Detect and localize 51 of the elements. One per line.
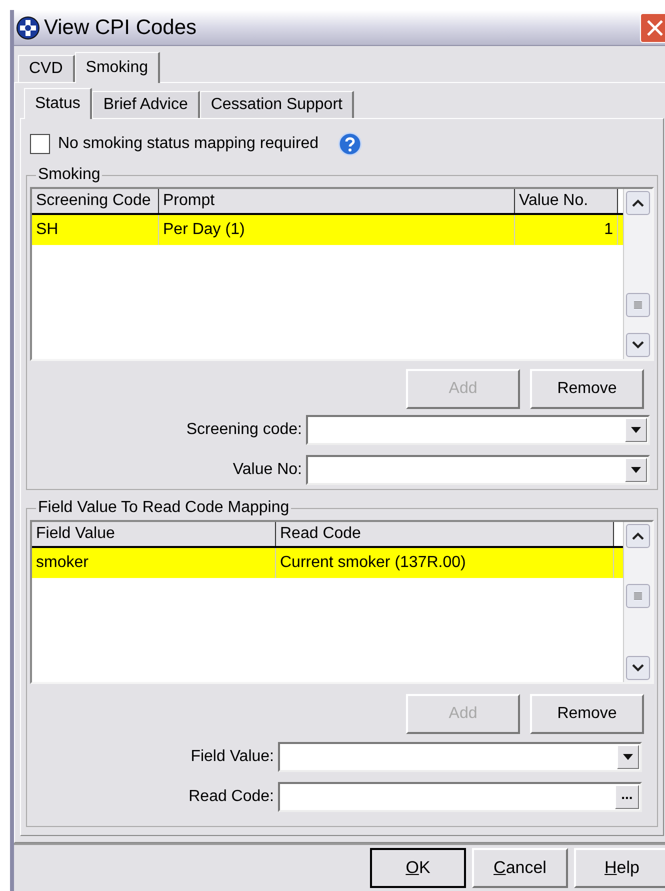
dropdown-arrow-icon[interactable] (630, 426, 642, 434)
tab[interactable]: Status (24, 88, 92, 119)
scroll-up-icon[interactable] (631, 531, 645, 541)
remove-button[interactable]: Remove (530, 369, 644, 409)
scroll-thumb-icon[interactable] (633, 300, 643, 310)
column-header[interactable]: Prompt (159, 189, 515, 213)
column-header[interactable]: Read Code (276, 522, 614, 546)
field-label: Screening code: (185, 420, 302, 440)
column-header[interactable]: Field Value (32, 522, 276, 546)
dropdown-arrow-icon[interactable] (630, 466, 642, 474)
tab[interactable]: Brief Advice (92, 91, 200, 118)
column-header[interactable]: Value No. (515, 189, 618, 213)
field-label: Read Code: (188, 787, 274, 807)
remove-button[interactable]: Remove (530, 694, 644, 734)
browse-button[interactable]: ... (615, 785, 639, 809)
checkbox-label: No smoking status mapping required (58, 134, 319, 154)
scroll-up-icon[interactable] (631, 198, 645, 208)
scroll-down-icon[interactable] (631, 663, 645, 673)
dropdown-field[interactable] (306, 455, 650, 485)
column-header[interactable]: Screening Code (32, 189, 159, 213)
help-button[interactable]: Help (574, 848, 665, 888)
tab[interactable]: CVD (18, 55, 75, 82)
table-cell: 1 (515, 215, 618, 245)
cancel-button[interactable]: Cancel (472, 848, 568, 888)
scrollbar[interactable] (623, 522, 652, 682)
tab[interactable]: Smoking (74, 52, 160, 83)
close-icon (646, 18, 664, 36)
tab[interactable]: Cessation Support (200, 91, 354, 118)
table-cell: smoker (32, 548, 276, 578)
table-cell: Current smoker (137R.00) (276, 548, 614, 578)
table-row[interactable]: smoker Current smoker (137R.00) (32, 548, 623, 578)
field-label: Field Value: (190, 747, 274, 767)
window-title: View CPI Codes (44, 14, 198, 41)
close-button[interactable] (640, 12, 665, 42)
field-label: Value No: (232, 460, 302, 480)
browse-field[interactable]: ... (278, 782, 642, 812)
app-icon (16, 16, 40, 40)
checkbox[interactable] (30, 134, 50, 154)
table-cell: Per Day (1) (159, 215, 515, 245)
table-row[interactable]: SH Per Day (1) 1 (32, 215, 623, 245)
group-title: Field Value To Read Code Mapping (37, 498, 290, 518)
scroll-down-icon[interactable] (631, 340, 645, 350)
scroll-thumb-icon[interactable] (633, 591, 643, 601)
help-icon[interactable] (338, 132, 362, 156)
table-cell: SH (32, 215, 159, 245)
dropdown-arrow-icon[interactable] (622, 754, 634, 760)
dropdown-field[interactable] (278, 742, 642, 772)
dropdown-field[interactable] (306, 415, 650, 445)
ok-button[interactable]: OK (370, 848, 466, 888)
group-title: Smoking (37, 165, 102, 185)
scrollbar[interactable] (623, 189, 652, 359)
